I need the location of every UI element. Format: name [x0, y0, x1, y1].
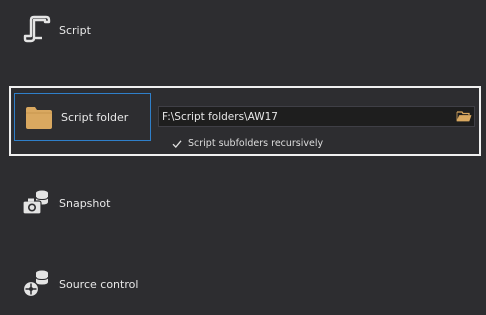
recursive-checkbox[interactable] — [172, 139, 182, 149]
script-folder-path-input[interactable] — [159, 110, 442, 123]
recursive-checkbox-label: Script subfolders recursively — [188, 138, 324, 149]
option-snapshot[interactable]: Snapshot — [14, 183, 150, 223]
option-script[interactable]: Script — [14, 10, 150, 50]
camera-database-icon — [22, 187, 52, 217]
checkmark-icon — [172, 139, 182, 148]
option-script-label: Script — [59, 23, 91, 37]
script-folder-path-field — [158, 106, 475, 127]
browse-folder-button[interactable] — [456, 109, 472, 124]
option-source-control-label: Source control — [59, 277, 139, 291]
recursive-checkbox-row[interactable]: Script subfolders recursively — [172, 138, 323, 149]
option-script-folder-label: Script folder — [61, 110, 129, 124]
script-scroll-icon — [22, 14, 52, 44]
option-script-folder[interactable]: Script folder — [14, 93, 151, 141]
source-control-database-icon — [22, 268, 52, 298]
option-snapshot-label: Snapshot — [59, 196, 111, 210]
open-folder-icon — [456, 111, 472, 122]
folder-icon — [25, 104, 53, 130]
option-source-control[interactable]: Source control — [14, 264, 150, 304]
script-folder-group: Script folder Script subfolders recursiv… — [9, 86, 481, 156]
